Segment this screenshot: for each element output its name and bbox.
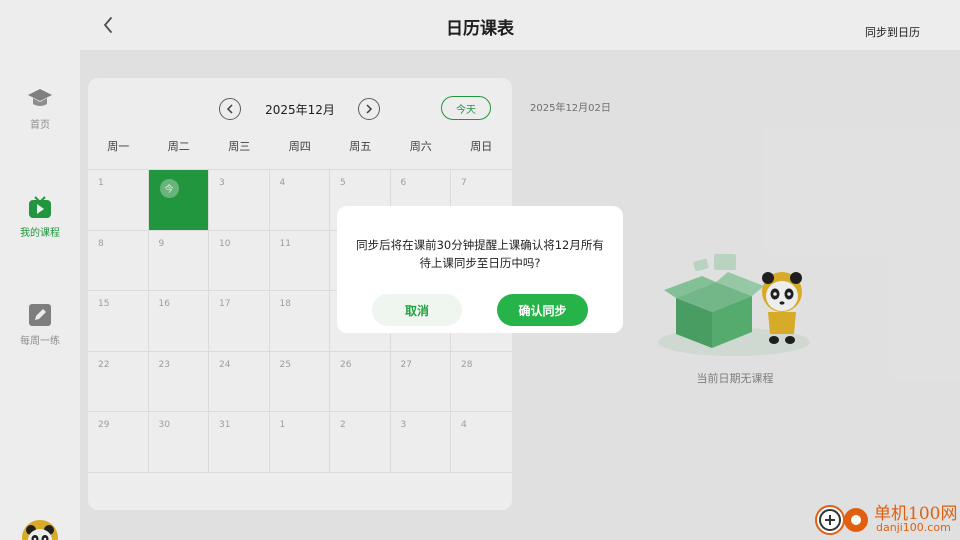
dialog-message: 同步后将在课前30分钟提醒上课确认将12月所有待上课同步至日历中吗? — [356, 238, 604, 270]
sync-confirm-dialog: 同步后将在课前30分钟提醒上课确认将12月所有待上课同步至日历中吗? 取消 确认… — [337, 206, 623, 333]
cancel-button[interactable]: 取消 — [372, 294, 462, 326]
watermark-logo-icon — [815, 505, 868, 535]
watermark: 单机100网 danji100.com — [812, 497, 960, 540]
confirm-sync-button[interactable]: 确认同步 — [497, 294, 588, 326]
watermark-url: danji100.com — [876, 521, 951, 534]
